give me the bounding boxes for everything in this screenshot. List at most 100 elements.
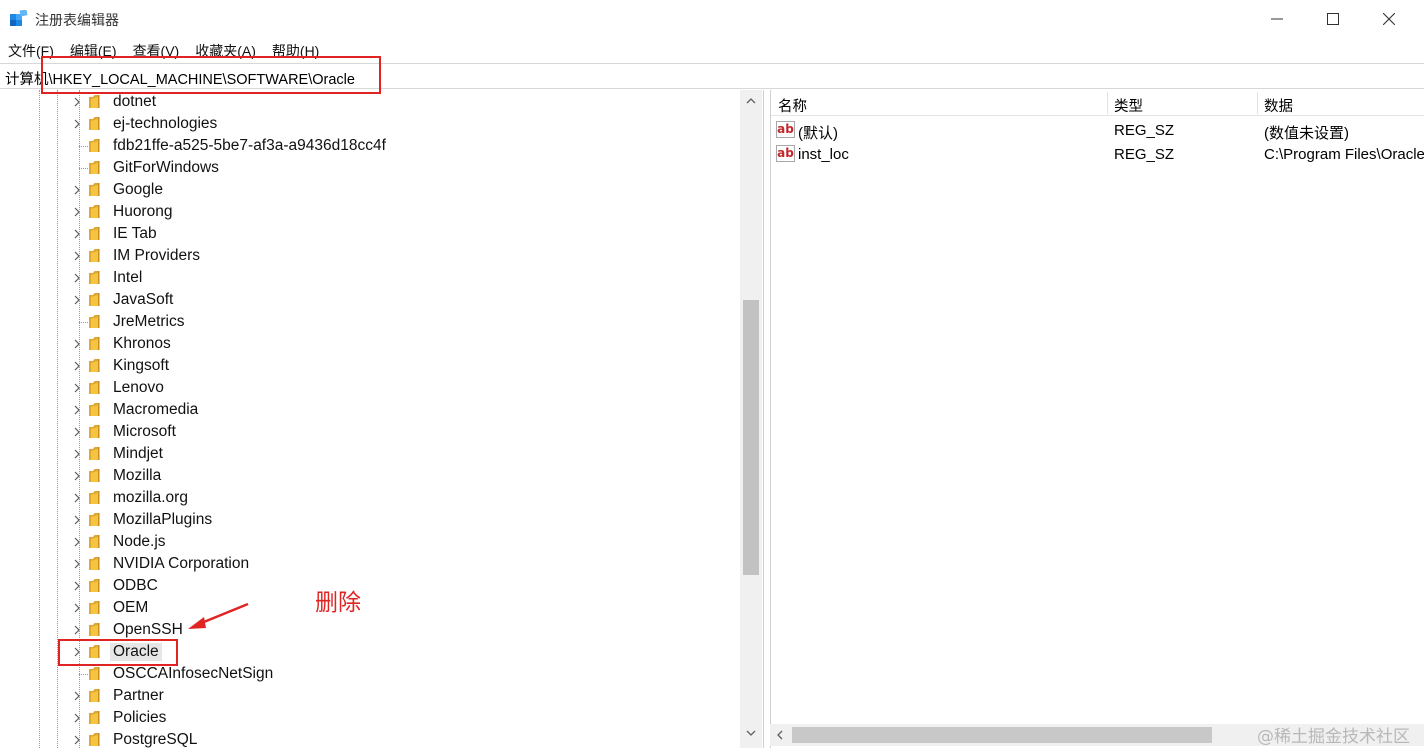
folder-icon xyxy=(89,315,100,328)
value-data: C:\Program Files\Oracle xyxy=(1264,146,1424,163)
chevron-up-icon xyxy=(746,98,756,104)
column-divider[interactable] xyxy=(1107,92,1108,114)
expand-chevron-icon[interactable] xyxy=(70,359,84,373)
tree-item[interactable]: JreMetrics xyxy=(2,311,742,333)
folder-icon xyxy=(89,271,100,284)
tree-item[interactable]: Huorong xyxy=(2,201,742,223)
tree-item-label: Partner xyxy=(113,687,164,704)
tree-item[interactable]: MozillaPlugins xyxy=(2,509,742,531)
tree-item[interactable]: Macromedia xyxy=(2,399,742,421)
scroll-left-button[interactable] xyxy=(770,724,790,746)
values-list[interactable]: 名称 类型 数据 ab (默认) REG_SZ (数值未设置) ab inst_… xyxy=(770,90,1424,748)
tree-item[interactable]: PostgreSQL xyxy=(2,729,742,748)
tree-item[interactable]: IE Tab xyxy=(2,223,742,245)
expand-chevron-icon[interactable] xyxy=(70,95,84,109)
tree-item[interactable]: Google xyxy=(2,179,742,201)
expand-chevron-icon[interactable] xyxy=(70,183,84,197)
expand-chevron-icon[interactable] xyxy=(70,337,84,351)
folder-icon xyxy=(89,623,100,636)
value-row[interactable]: ab (默认) REG_SZ (数值未设置) xyxy=(771,119,1424,143)
expand-chevron-icon[interactable] xyxy=(70,513,84,527)
tree-item-label: Google xyxy=(113,181,163,198)
expand-chevron-icon[interactable] xyxy=(70,601,84,615)
scroll-down-button[interactable] xyxy=(740,722,762,744)
scroll-thumb[interactable] xyxy=(743,300,759,575)
expand-chevron-icon[interactable] xyxy=(70,689,84,703)
tree-item[interactable]: ej-technologies xyxy=(2,113,742,135)
tree-vertical-scrollbar[interactable] xyxy=(740,90,762,748)
tree-item[interactable]: OpenSSH xyxy=(2,619,742,641)
tree-item[interactable]: Lenovo xyxy=(2,377,742,399)
tree-item[interactable]: Kingsoft xyxy=(2,355,742,377)
expand-chevron-icon[interactable] xyxy=(70,381,84,395)
close-button[interactable] xyxy=(1366,4,1412,34)
tree-item[interactable]: Mozilla xyxy=(2,465,742,487)
tree-item[interactable]: Node.js xyxy=(2,531,742,553)
tree-item[interactable]: fdb21ffe-a525-5be7-af3a-a9436d18cc4f xyxy=(2,135,742,157)
tree-item[interactable]: NVIDIA Corporation xyxy=(2,553,742,575)
minimize-button[interactable] xyxy=(1254,4,1300,34)
chevron-down-icon xyxy=(746,730,756,736)
column-name-header[interactable]: 名称 xyxy=(778,95,807,116)
scroll-thumb[interactable] xyxy=(792,727,1212,743)
tree-item[interactable]: JavaSoft xyxy=(2,289,742,311)
tree-item[interactable]: IM Providers xyxy=(2,245,742,267)
tree-item-label: mozilla.org xyxy=(113,489,188,506)
tree-item[interactable]: Policies xyxy=(2,707,742,729)
scroll-up-button[interactable] xyxy=(740,90,762,112)
tree-item[interactable]: mozilla.org xyxy=(2,487,742,509)
expand-chevron-icon[interactable] xyxy=(70,535,84,549)
tree-item[interactable]: Microsoft xyxy=(2,421,742,443)
expand-chevron-icon[interactable] xyxy=(70,227,84,241)
expand-chevron-icon[interactable] xyxy=(70,205,84,219)
value-row[interactable]: ab inst_loc REG_SZ C:\Program Files\Orac… xyxy=(771,143,1424,167)
folder-icon xyxy=(89,447,100,460)
column-type-header[interactable]: 类型 xyxy=(1114,95,1143,116)
value-data: (数值未设置) xyxy=(1264,125,1349,142)
tree-item-label: Node.js xyxy=(113,533,166,550)
expand-chevron-icon[interactable] xyxy=(70,623,84,637)
expand-chevron-icon[interactable] xyxy=(70,579,84,593)
expand-chevron-icon[interactable] xyxy=(70,447,84,461)
tree-item-label: Kingsoft xyxy=(113,357,170,374)
tree-item-label: Intel xyxy=(113,269,143,286)
maximize-button[interactable] xyxy=(1310,4,1356,34)
folder-icon xyxy=(89,205,100,218)
tree-item-label: ODBC xyxy=(113,577,158,594)
annotation-arrow-icon xyxy=(188,602,249,629)
tree-item-label: Lenovo xyxy=(113,379,164,396)
tree-item-label: Huorong xyxy=(113,203,173,220)
expand-chevron-icon[interactable] xyxy=(70,271,84,285)
expand-chevron-icon[interactable] xyxy=(70,469,84,483)
string-value-icon: ab xyxy=(776,121,795,138)
folder-icon xyxy=(89,535,100,548)
tree-item-label: dotnet xyxy=(113,93,157,110)
expand-chevron-icon[interactable] xyxy=(70,117,84,131)
expand-chevron-icon[interactable] xyxy=(70,249,84,263)
expand-chevron-icon[interactable] xyxy=(70,293,84,307)
tree-item[interactable]: GitForWindows xyxy=(2,157,742,179)
tree-item[interactable]: Intel xyxy=(2,267,742,289)
tree-item[interactable]: OSCCAInfosecNetSign xyxy=(2,663,742,685)
folder-icon xyxy=(89,557,100,570)
expand-chevron-icon[interactable] xyxy=(70,733,84,747)
address-highlight-box xyxy=(41,56,381,94)
list-header: 名称 类型 数据 xyxy=(771,90,1424,116)
expand-chevron-icon[interactable] xyxy=(70,403,84,417)
expand-chevron-icon[interactable] xyxy=(70,491,84,505)
expand-chevron-icon[interactable] xyxy=(70,711,84,725)
column-data-header[interactable]: 数据 xyxy=(1264,95,1293,116)
tree-item[interactable]: ODBC xyxy=(2,575,742,597)
expand-chevron-icon[interactable] xyxy=(70,557,84,571)
tree-item[interactable]: Mindjet xyxy=(2,443,742,465)
tree-connector xyxy=(79,146,88,147)
tree-item[interactable]: Khronos xyxy=(2,333,742,355)
tree-item[interactable]: dotnet xyxy=(2,91,742,113)
tree-item[interactable]: OEM xyxy=(2,597,742,619)
column-divider[interactable] xyxy=(1257,92,1258,114)
value-name: inst_loc xyxy=(798,146,849,163)
tree-item-label: JreMetrics xyxy=(113,313,185,330)
expand-chevron-icon[interactable] xyxy=(70,425,84,439)
folder-icon xyxy=(89,403,100,416)
tree-item[interactable]: Partner xyxy=(2,685,742,707)
